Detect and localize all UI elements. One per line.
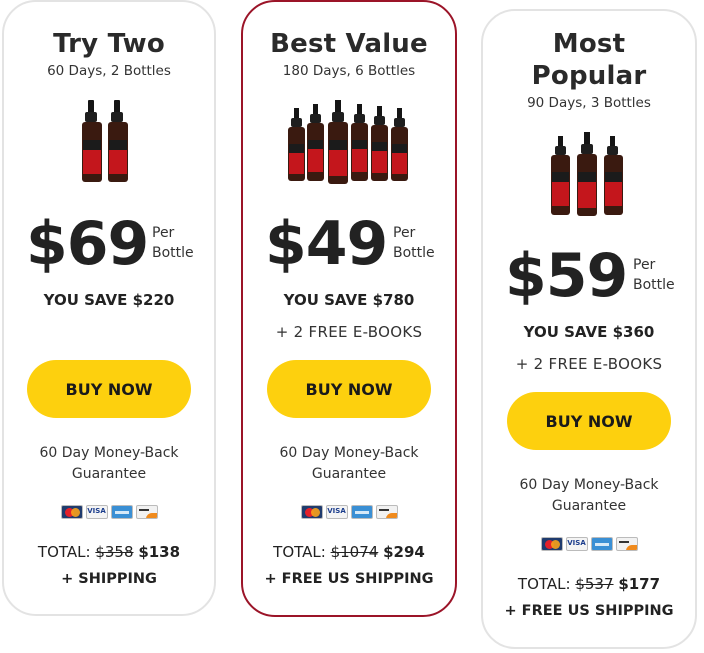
price-per-line1: Per xyxy=(393,225,416,241)
price-row: $49 Per Bottle xyxy=(243,209,455,279)
total-price: TOTAL: $537 $177 xyxy=(483,575,695,593)
amex-icon xyxy=(110,505,133,519)
bonus-text: + 2 FREE E-BOOKS xyxy=(275,323,423,341)
total-old-price: $1074 xyxy=(330,543,379,561)
bottle-right xyxy=(604,136,623,215)
price-amount: $59 xyxy=(505,241,628,311)
shipping-text: + FREE US SHIPPING xyxy=(264,571,434,587)
guarantee-line2: Guarantee xyxy=(71,466,147,482)
buy-now-button[interactable]: BUY NOW xyxy=(507,392,671,450)
bottle-group-2 xyxy=(82,100,128,182)
savings-text: YOU SAVE $360 xyxy=(523,323,655,341)
pricing-card-best-value: Best Value 180 Days, 6 Bottles $49 Per B… xyxy=(241,0,457,617)
bottle-center xyxy=(577,132,597,216)
visa-icon xyxy=(325,505,348,519)
payment-icons xyxy=(4,505,214,521)
discover-icon xyxy=(375,505,398,519)
shipping-text: + SHIPPING xyxy=(61,571,157,587)
guarantee-line2: Guarantee xyxy=(311,466,387,482)
payment-icons xyxy=(483,537,695,553)
bottle-2 xyxy=(108,100,128,182)
product-bottles-image xyxy=(4,98,214,190)
bottle-back-3 xyxy=(351,104,368,181)
card-title: Best Value xyxy=(270,29,428,59)
bottle-1 xyxy=(82,100,102,182)
bottle-group-3 xyxy=(551,132,623,216)
mastercard-icon xyxy=(300,505,323,519)
price-per-line1: Per xyxy=(152,225,175,241)
card-title: Try Two xyxy=(53,29,165,59)
bottle-group-6 xyxy=(288,100,408,184)
mastercard-icon xyxy=(540,537,563,551)
card-subtitle: 180 Days, 6 Bottles xyxy=(282,63,416,79)
guarantee-line2: Guarantee xyxy=(551,498,627,514)
discover-icon xyxy=(615,537,638,551)
total-label: TOTAL: xyxy=(273,543,326,561)
bottle-front xyxy=(328,100,348,184)
mastercard-icon xyxy=(60,505,83,519)
price-per-line2: Bottle xyxy=(633,277,675,293)
total-old-price: $537 xyxy=(575,575,614,593)
bottle-back-4 xyxy=(371,106,388,181)
savings-text: YOU SAVE $220 xyxy=(43,291,175,309)
total-label: TOTAL: xyxy=(37,543,91,561)
card-title-line2: Popular xyxy=(531,61,647,91)
price-amount: $69 xyxy=(26,209,149,279)
bonus-text: + 2 FREE E-BOOKS xyxy=(515,355,663,373)
amex-icon xyxy=(590,537,613,551)
product-bottles-image xyxy=(243,98,455,190)
total-new-price: $177 xyxy=(618,575,661,593)
price-amount: $49 xyxy=(265,209,388,279)
guarantee-line1: 60 Day Money-Back xyxy=(279,445,419,461)
card-subtitle: 60 Days, 2 Bottles xyxy=(47,63,171,79)
product-bottles-image xyxy=(483,130,695,222)
bottle-back-1 xyxy=(288,108,305,181)
visa-icon xyxy=(565,537,588,551)
amex-icon xyxy=(350,505,373,519)
total-label: TOTAL: xyxy=(517,575,571,593)
price-per-line2: Bottle xyxy=(393,245,435,261)
shipping-text: + FREE US SHIPPING xyxy=(504,603,674,619)
buy-now-button[interactable]: BUY NOW xyxy=(27,360,191,418)
price-per-line1: Per xyxy=(633,257,656,273)
bottle-back-5 xyxy=(391,108,408,181)
guarantee-line1: 60 Day Money-Back xyxy=(519,477,659,493)
savings-text: YOU SAVE $780 xyxy=(283,291,415,309)
buy-now-button[interactable]: BUY NOW xyxy=(267,360,431,418)
visa-icon xyxy=(85,505,108,519)
price-row: $59 Per Bottle xyxy=(483,241,695,311)
total-new-price: $138 xyxy=(138,543,181,561)
total-price: TOTAL: $358 $138 xyxy=(4,543,214,561)
total-new-price: $294 xyxy=(383,543,425,561)
card-subtitle: 90 Days, 3 Bottles xyxy=(527,95,651,111)
bottle-left xyxy=(551,136,570,215)
guarantee-line1: 60 Day Money-Back xyxy=(39,445,179,461)
price-per-line2: Bottle xyxy=(152,245,194,261)
total-price: TOTAL: $1074 $294 xyxy=(243,543,455,561)
card-title-line1: Most xyxy=(552,29,626,59)
discover-icon xyxy=(135,505,158,519)
pricing-card-try-two: Try Two 60 Days, 2 Bottles $69 Per Bottl… xyxy=(2,0,216,616)
payment-icons xyxy=(243,505,455,521)
bottle-back-2 xyxy=(307,104,324,181)
pricing-card-most-popular: Most Popular 90 Days, 3 Bottles $59 Per … xyxy=(481,9,697,649)
price-row: $69 Per Bottle xyxy=(4,209,214,279)
total-old-price: $358 xyxy=(95,543,134,561)
